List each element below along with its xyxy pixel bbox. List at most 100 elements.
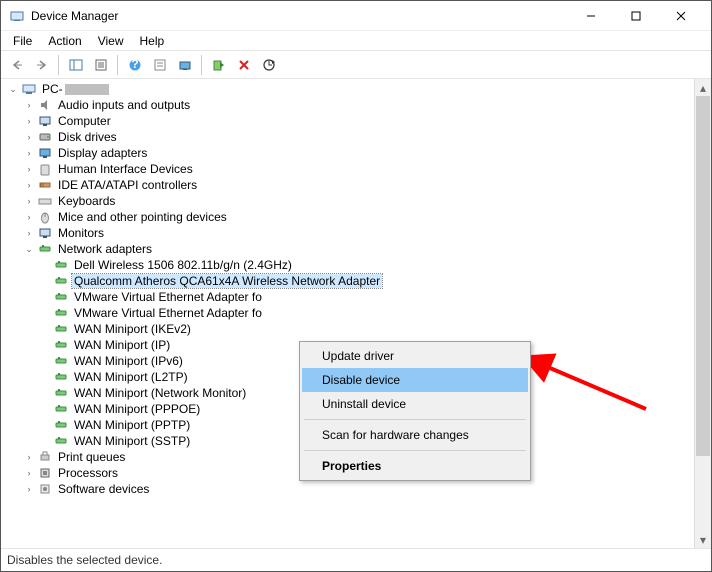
tree-device-label: WAN Miniport (IPv6) — [72, 354, 185, 368]
network-adapter-icon — [53, 273, 69, 289]
tree-root[interactable]: ⌄ PC- — [5, 81, 694, 97]
category-icon — [37, 241, 53, 257]
category-icon — [37, 161, 53, 177]
tree-device[interactable]: VMware Virtual Ethernet Adapter fo — [5, 289, 694, 305]
toolbar: ? — [1, 51, 711, 79]
expand-icon[interactable]: › — [21, 145, 37, 161]
menu-view[interactable]: View — [90, 32, 132, 50]
tree-category[interactable]: › Mice and other pointing devices — [5, 209, 694, 225]
tree-category[interactable]: › Disk drives — [5, 129, 694, 145]
category-icon — [37, 225, 53, 241]
toolbar-separator — [58, 55, 59, 75]
toolbar-separator — [117, 55, 118, 75]
tree-category[interactable]: ›Keyboards — [5, 193, 694, 209]
minimize-button[interactable] — [568, 1, 613, 30]
category-icon — [37, 449, 53, 465]
tree-device-label: WAN Miniport (SSTP) — [72, 434, 192, 448]
tree-category-label: Network adapters — [56, 242, 154, 256]
scan-hardware-button[interactable] — [173, 54, 196, 76]
tree-category-label: IDE ATA/ATAPI controllers — [56, 178, 199, 192]
network-adapter-icon — [53, 385, 69, 401]
tree-category[interactable]: ›Software devices — [5, 481, 694, 497]
expand-icon[interactable]: › — [21, 225, 37, 241]
expand-icon[interactable]: › — [21, 161, 37, 177]
help-button[interactable]: ? — [123, 54, 146, 76]
maximize-button[interactable] — [613, 1, 658, 30]
svg-text:?: ? — [131, 58, 138, 71]
expand-icon[interactable]: › — [21, 465, 37, 481]
tree-device[interactable]: Dell Wireless 1506 802.11b/g/n (2.4GHz) — [5, 257, 694, 273]
toolbar-separator — [201, 55, 202, 75]
tree-category[interactable]: ›Human Interface Devices — [5, 161, 694, 177]
ctx-disable-device[interactable]: Disable device — [302, 368, 528, 392]
tree-category-label: Mice and other pointing devices — [56, 210, 229, 224]
app-icon — [9, 8, 25, 24]
expand-icon[interactable]: › — [21, 193, 37, 209]
tree-device-label: WAN Miniport (IP) — [72, 338, 172, 352]
expand-icon[interactable]: › — [21, 449, 37, 465]
tree-category-label: Computer — [56, 114, 113, 128]
tree-category[interactable]: › IDE ATA/ATAPI controllers — [5, 177, 694, 193]
category-icon — [37, 129, 53, 145]
tree-device-label: WAN Miniport (PPPOE) — [72, 402, 202, 416]
network-adapter-icon — [53, 417, 69, 433]
back-button[interactable] — [5, 54, 28, 76]
tree-category-label: Disk drives — [56, 130, 119, 144]
expand-icon[interactable]: › — [21, 113, 37, 129]
title-bar: Device Manager — [1, 1, 711, 31]
category-icon — [37, 113, 53, 129]
menu-action[interactable]: Action — [40, 32, 89, 50]
ctx-properties[interactable]: Properties — [302, 454, 528, 478]
category-icon — [37, 465, 53, 481]
tree-root-label: PC- — [40, 82, 65, 96]
scroll-down-icon[interactable]: ▾ — [695, 531, 711, 548]
ctx-separator — [304, 419, 526, 420]
redacted-text — [65, 84, 109, 95]
tree-device-label: WAN Miniport (L2TP) — [72, 370, 190, 384]
tree-device[interactable]: VMware Virtual Ethernet Adapter fo — [5, 305, 694, 321]
tree-category[interactable]: ›Monitors — [5, 225, 694, 241]
ctx-update-driver[interactable]: Update driver — [302, 344, 528, 368]
network-adapter-icon — [53, 369, 69, 385]
tree-device-label: VMware Virtual Ethernet Adapter fo — [72, 290, 264, 304]
collapse-icon[interactable]: ⌄ — [21, 241, 37, 257]
context-menu: Update driver Disable device Uninstall d… — [299, 341, 531, 481]
tree-category[interactable]: ⌄ Network adapters — [5, 241, 694, 257]
category-icon — [37, 145, 53, 161]
tree-category[interactable]: › Computer — [5, 113, 694, 129]
expand-icon[interactable]: › — [21, 97, 37, 113]
tree-device[interactable]: Qualcomm Atheros QCA61x4A Wireless Netwo… — [5, 273, 694, 289]
expand-icon[interactable]: › — [21, 209, 37, 225]
vertical-scrollbar[interactable]: ▴ ▾ — [694, 79, 711, 548]
network-adapter-icon — [53, 433, 69, 449]
tree-category[interactable]: ›Audio inputs and outputs — [5, 97, 694, 113]
scroll-thumb[interactable] — [696, 96, 710, 456]
show-hide-console-tree-button[interactable] — [64, 54, 87, 76]
action-menu-button[interactable] — [148, 54, 171, 76]
network-adapter-icon — [53, 401, 69, 417]
forward-button[interactable] — [30, 54, 53, 76]
tree-device[interactable]: WAN Miniport (IKEv2) — [5, 321, 694, 337]
category-icon — [37, 481, 53, 497]
expand-icon[interactable]: › — [21, 129, 37, 145]
collapse-icon[interactable]: ⌄ — [5, 81, 21, 97]
uninstall-device-button[interactable] — [232, 54, 255, 76]
properties-button[interactable] — [89, 54, 112, 76]
menu-help[interactable]: Help — [132, 32, 173, 50]
expand-icon[interactable]: › — [21, 177, 37, 193]
close-button[interactable] — [658, 1, 703, 30]
tree-device-label: Dell Wireless 1506 802.11b/g/n (2.4GHz) — [72, 258, 294, 272]
enable-device-button[interactable] — [207, 54, 230, 76]
ctx-uninstall-device[interactable]: Uninstall device — [302, 392, 528, 416]
update-driver-button[interactable] — [257, 54, 280, 76]
tree-category[interactable]: › Display adapters — [5, 145, 694, 161]
status-bar: Disables the selected device. — [1, 549, 711, 571]
category-icon — [37, 193, 53, 209]
tree-device-label: WAN Miniport (Network Monitor) — [72, 386, 248, 400]
tree-category-label: Print queues — [56, 450, 127, 464]
menu-file[interactable]: File — [5, 32, 40, 50]
scroll-up-icon[interactable]: ▴ — [695, 79, 711, 96]
tree-category-label: Display adapters — [56, 146, 149, 160]
ctx-scan-hardware[interactable]: Scan for hardware changes — [302, 423, 528, 447]
expand-icon[interactable]: › — [21, 481, 37, 497]
